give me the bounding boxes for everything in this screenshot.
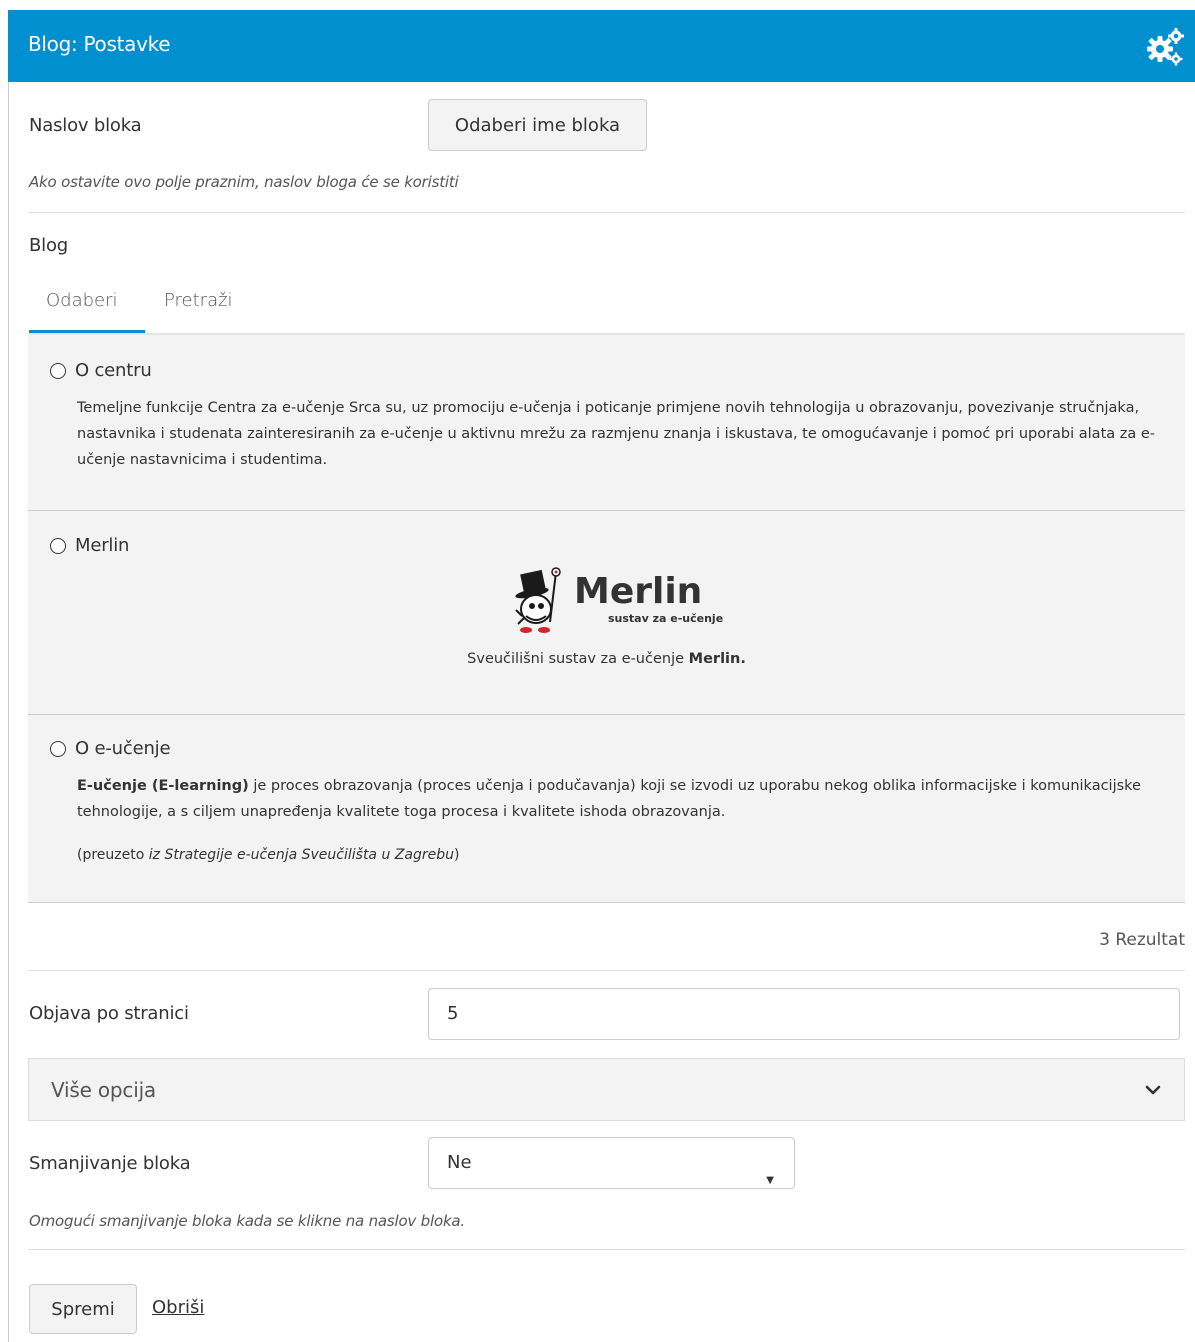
more-options-toggle[interactable]: Više opcija	[28, 1058, 1185, 1121]
caption-text: Sveučilišni sustav za e-učenje	[467, 651, 689, 667]
source-prefix: (preuzeto	[77, 847, 149, 863]
desc-bold: E-učenje (E-learning)	[77, 778, 249, 794]
blog-results-list: O centru Temeljne funkcije Centra za e-u…	[28, 335, 1185, 903]
list-item[interactable]: O e-učenje E-učenje (E-learning) je proc…	[28, 715, 1185, 903]
tab-search[interactable]: Pretraži	[164, 290, 233, 311]
item-caption: Sveučilišni sustav za e-učenje Merlin.	[28, 651, 1185, 667]
caret-down-icon: ▼	[766, 1175, 774, 1186]
panel-title: Blog: Postavke	[28, 32, 171, 56]
item-title: Merlin	[75, 535, 130, 556]
item-description: E-učenje (E-learning) je proces obrazova…	[77, 773, 1157, 825]
collapse-help: Omogući smanjivanje bloka kada se klikne…	[29, 1212, 465, 1230]
chevron-down-icon	[1145, 1085, 1161, 1095]
source-suffix: )	[453, 847, 460, 863]
panel-header: Blog: Postavke	[8, 10, 1195, 82]
divider	[28, 212, 1185, 213]
collapse-block-select[interactable]: Ne ▼	[428, 1137, 795, 1189]
tab-select[interactable]: Odaberi	[46, 290, 118, 311]
radio-o-e-ucenje[interactable]	[50, 741, 66, 757]
posts-per-page-label: Objava po stranici	[29, 1003, 189, 1024]
divider	[28, 1249, 1185, 1250]
results-count: 3 Rezultat	[1099, 930, 1185, 950]
list-item[interactable]: Merlin Merlin sustav za e-učenje Sveučil…	[28, 511, 1185, 715]
choose-block-name-button[interactable]: Odaberi ime bloka	[428, 99, 647, 151]
active-tab-indicator	[29, 330, 145, 333]
divider	[28, 970, 1185, 971]
list-item[interactable]: O centru Temeljne funkcije Centra za e-u…	[28, 335, 1185, 511]
save-button[interactable]: Spremi	[29, 1284, 137, 1334]
logo-title: Merlin	[574, 571, 703, 612]
merlin-logo: Merlin sustav za e-učenje	[510, 566, 730, 636]
item-description: Temeljne funkcije Centra za e-učenje Src…	[77, 400, 1156, 468]
item-source: (preuzeto iz Strategije e-učenja Sveučil…	[77, 847, 459, 863]
logo-subtitle: sustav za e-učenje	[608, 612, 724, 625]
item-title: O e-učenje	[75, 738, 171, 759]
source-italic: iz Strategije e-učenja Sveučilišta u Zag…	[148, 847, 454, 863]
wizard-mascot-icon	[515, 567, 561, 633]
gears-icon[interactable]	[1145, 27, 1185, 67]
caption-bold: Merlin.	[688, 651, 746, 667]
more-options-label: Više opcija	[51, 1078, 156, 1102]
blog-label: Blog	[29, 235, 68, 256]
radio-merlin[interactable]	[50, 538, 66, 554]
posts-per-page-input[interactable]: 5	[428, 988, 1180, 1040]
block-title-label: Naslov bloka	[29, 115, 142, 136]
radio-o-centru[interactable]	[50, 363, 66, 379]
select-value: Ne	[447, 1152, 472, 1173]
item-title: O centru	[75, 360, 152, 381]
delete-link[interactable]: Obriši	[152, 1297, 204, 1318]
collapse-block-label: Smanjivanje bloka	[29, 1153, 191, 1174]
block-title-help: Ako ostavite ovo polje praznim, naslov b…	[29, 173, 459, 191]
